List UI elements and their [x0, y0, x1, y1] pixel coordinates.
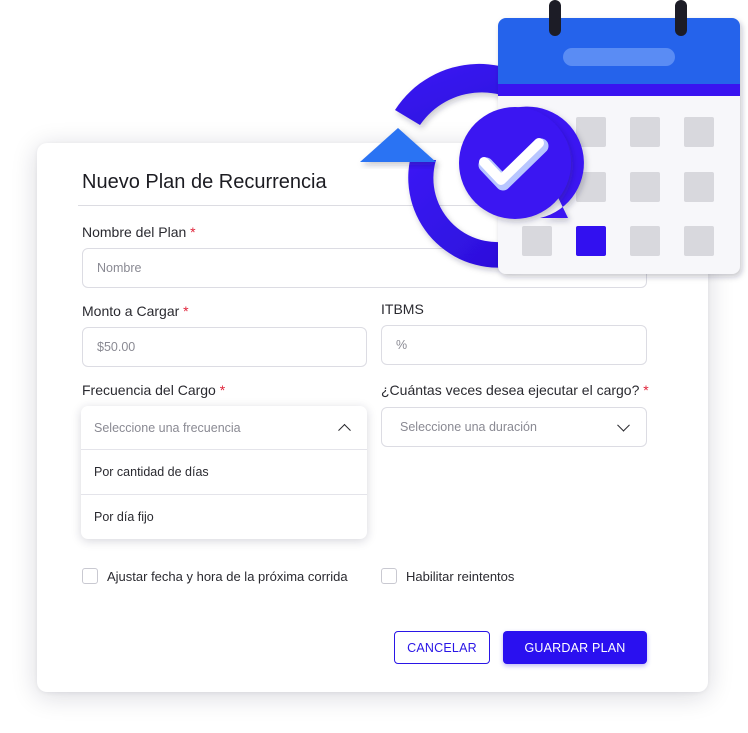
retries-option[interactable]: Habilitar reintentos: [381, 568, 514, 584]
itbms-input[interactable]: %: [381, 325, 647, 365]
chevron-up-icon: [338, 423, 351, 437]
plan-name-placeholder: Nombre: [97, 261, 142, 275]
frequency-label: Frecuencia del Cargo *: [82, 382, 226, 398]
required-marker: *: [190, 224, 196, 240]
duration-select[interactable]: Seleccione una duración: [381, 407, 647, 447]
frequency-dropdown[interactable]: Seleccione una frecuencia Por cantidad d…: [81, 406, 367, 539]
frequency-select[interactable]: Seleccione una frecuencia: [81, 406, 367, 450]
frequency-option-fixed-day[interactable]: Por día fijo: [81, 494, 367, 538]
adjust-date-option[interactable]: Ajustar fecha y hora de la próxima corri…: [82, 568, 348, 584]
recurrence-illustration: [360, 0, 740, 274]
required-marker: *: [219, 382, 226, 398]
retries-label: Habilitar reintentos: [406, 568, 515, 584]
cancel-button[interactable]: CANCELAR: [394, 631, 490, 664]
adjust-date-label: Ajustar fecha y hora de la próxima corri…: [107, 568, 348, 584]
duration-label: ¿Cuántas veces desea ejecutar el cargo? …: [381, 382, 649, 398]
amount-input[interactable]: $50.00: [82, 327, 367, 367]
amount-label: Monto a Cargar *: [82, 303, 189, 319]
chevron-down-icon: [617, 418, 630, 432]
page-title: Nuevo Plan de Recurrencia: [82, 171, 327, 193]
frequency-placeholder: Seleccione una frecuencia: [94, 420, 241, 435]
itbms-placeholder: %: [396, 338, 408, 352]
amount-placeholder: $50.00: [97, 340, 136, 354]
duration-placeholder: Seleccione una duración: [400, 420, 537, 434]
required-marker: *: [643, 382, 649, 398]
save-plan-button[interactable]: GUARDAR PLAN: [503, 631, 647, 664]
required-marker: *: [183, 303, 189, 319]
retries-checkbox[interactable]: [381, 568, 397, 584]
itbms-label: ITBMS: [381, 301, 424, 317]
checkmark-badge-icon: [459, 106, 584, 219]
frequency-option-days[interactable]: Por cantidad de días: [81, 450, 367, 494]
adjust-date-checkbox[interactable]: [82, 568, 98, 584]
plan-name-label: Nombre del Plan *: [82, 224, 196, 240]
